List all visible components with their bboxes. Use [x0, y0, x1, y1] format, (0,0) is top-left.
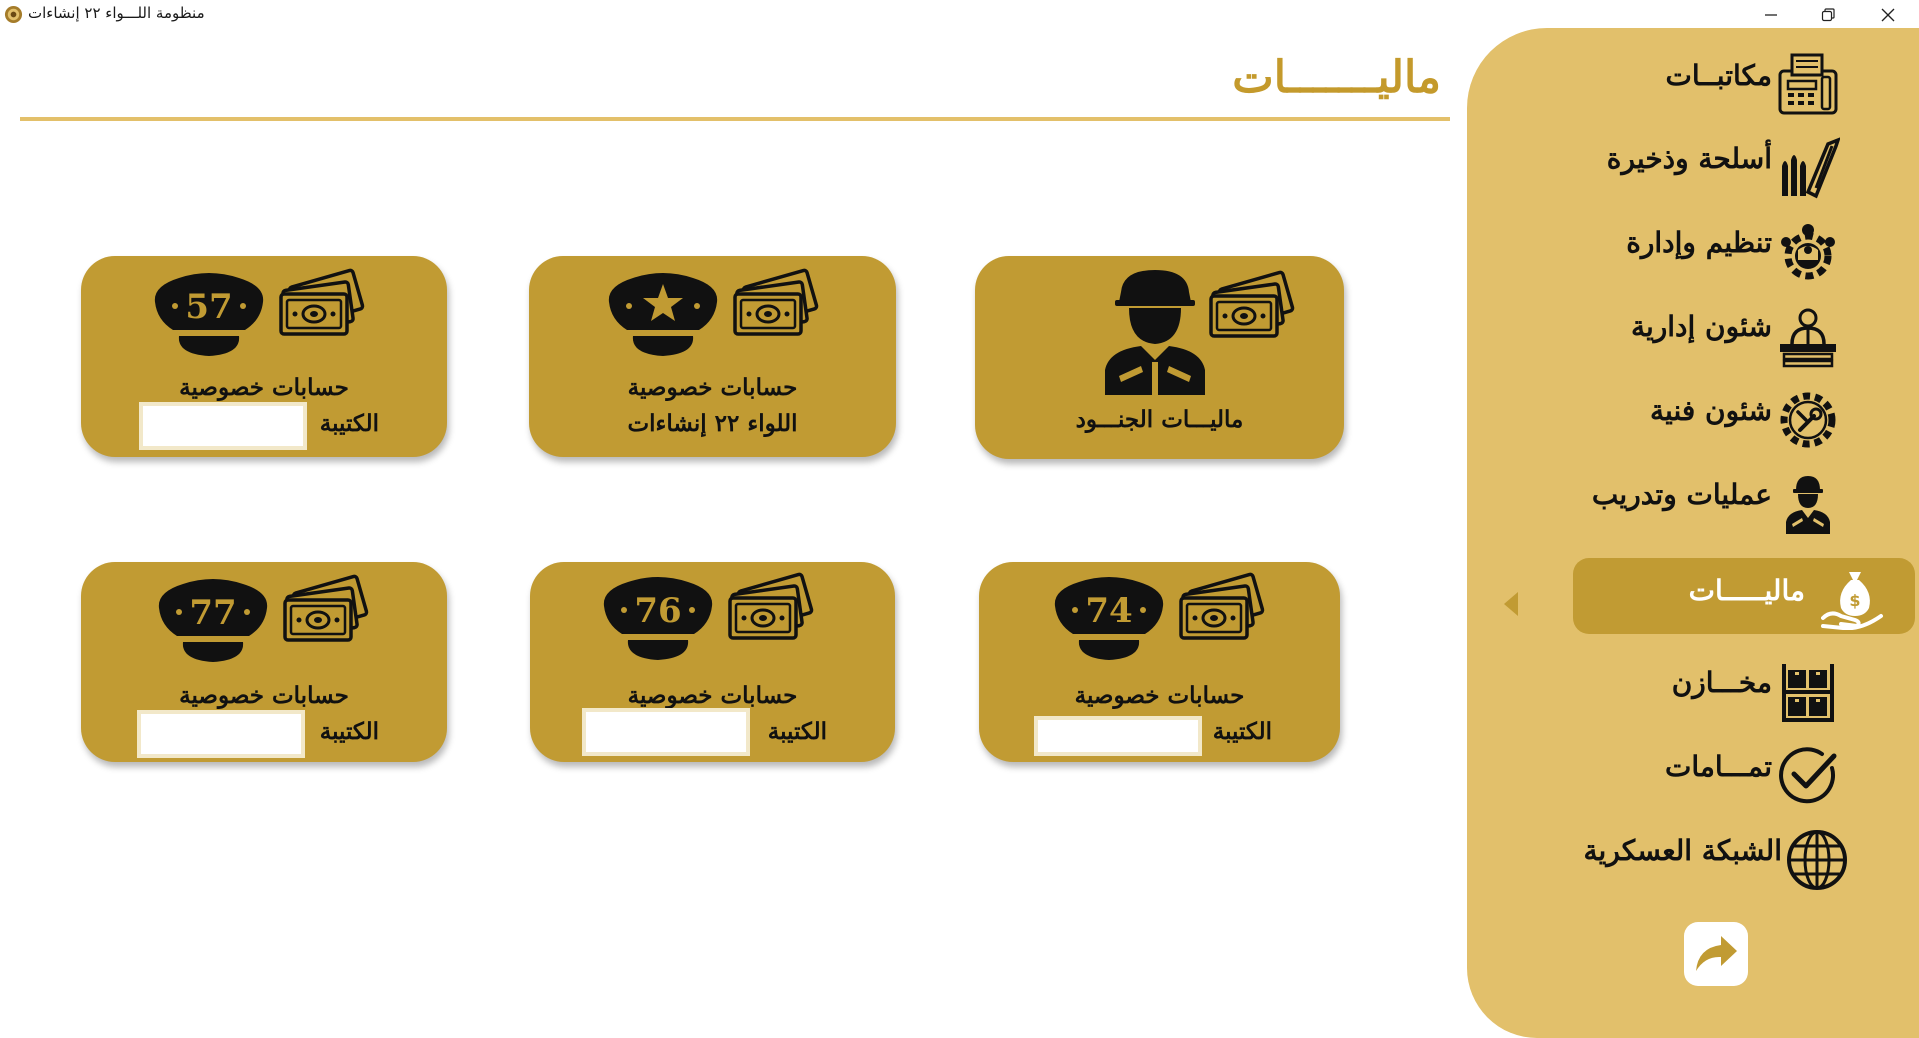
card-label: ماليـــات الجنـــود — [1075, 406, 1244, 433]
minimize-icon — [1765, 13, 1777, 16]
card-label-line2: الكتيبة — [767, 718, 827, 745]
card-label-line1: حسابات خصوصية — [179, 682, 349, 709]
card-battalion-76[interactable]: 76 حسابات خصوصية الكتيبة — [530, 562, 895, 762]
card-label-line1: حسابات خصوصية — [627, 374, 798, 401]
page-title: ماليـــــــات — [1232, 52, 1441, 103]
card-label-line2: الكتيبة — [319, 410, 379, 437]
share-button[interactable] — [1684, 922, 1748, 986]
active-item-pointer — [1504, 592, 1518, 616]
sidebar-item-label: عمليات وتدريب — [1591, 478, 1772, 511]
sidebar-item-label: تمـــامات — [1664, 750, 1772, 783]
sidebar-item-label: شئون إدارية — [1630, 310, 1772, 343]
team-gear-icon — [1781, 224, 1835, 280]
officer-cap-57-money-icon: 57 — [154, 268, 365, 356]
card-soldiers-finance[interactable]: ماليـــات الجنـــود — [975, 256, 1344, 459]
sidebar-item-operations[interactable]: عمليات وتدريب — [1485, 466, 1919, 542]
card-label-line2: الكتيبة — [1212, 718, 1272, 745]
checkmark-circle-icon — [1779, 747, 1837, 804]
battalion-name-box — [1034, 716, 1202, 756]
svg-text:$: $ — [1849, 591, 1860, 610]
sidebar-item-technical[interactable]: شئون فنية — [1485, 382, 1919, 458]
restore-button[interactable] — [1799, 0, 1857, 29]
sidebar-item-correspondence[interactable]: مكاتبــات — [1485, 47, 1919, 123]
card-label-line2: اللواء ٢٢ إنشاءات — [627, 410, 798, 437]
card-label-line1: حسابات خصوصية — [179, 374, 349, 401]
share-arrow-icon — [1696, 936, 1737, 971]
sidebar-item-warehouses[interactable]: مخـــازن — [1485, 654, 1919, 730]
battalion-name-box — [139, 402, 307, 450]
soldier-icon — [1786, 476, 1830, 534]
officer-cap-77-money-icon: 77 — [158, 574, 369, 662]
card-battalion-77[interactable]: 77 حسابات خصوصية الكتيبة — [81, 562, 447, 762]
officer-cap-star-money-icon — [608, 268, 819, 356]
sidebar-item-reports[interactable]: تمـــامات — [1485, 738, 1919, 814]
warehouse-shelves-icon — [1782, 664, 1834, 722]
sidebar-item-label: مخـــازن — [1671, 666, 1772, 699]
title-divider — [20, 117, 1450, 121]
sidebar-item-administrative[interactable]: شئون إدارية — [1485, 298, 1919, 374]
sidebar-item-label: أسلحة وذخيرة — [1606, 142, 1772, 175]
sidebar: مكاتبــات أسلحة وذخيرة تنظيم وإدارة شئون… — [1467, 28, 1919, 1038]
sidebar-item-label: تنظيم وإدارة — [1626, 226, 1772, 259]
officer-desk-icon — [1780, 308, 1836, 368]
money-bag-hand-icon: $ — [1821, 572, 1883, 630]
gear-wrench-icon — [1780, 392, 1836, 448]
restore-icon — [1821, 7, 1835, 21]
battalion-name-box — [137, 710, 305, 758]
soldier-with-money-icon — [1105, 270, 1295, 395]
close-icon — [1881, 8, 1895, 21]
card-brigade-accounts[interactable]: حسابات خصوصية اللواء ٢٢ إنشاءات — [529, 256, 896, 457]
card-label-line2: الكتيبة — [319, 718, 379, 745]
officer-cap-74-money-icon: 74 — [1054, 572, 1265, 660]
sidebar-item-label: ماليـــــات — [1688, 574, 1805, 607]
card-battalion-74[interactable]: 74 حسابات خصوصية الكتيبة — [979, 562, 1340, 762]
app-emblem-icon — [4, 5, 23, 24]
sidebar-item-label: مكاتبــات — [1665, 59, 1772, 92]
sidebar-item-organization[interactable]: تنظيم وإدارة — [1485, 214, 1919, 290]
fax-machine-icon — [1778, 53, 1838, 115]
sidebar-item-weapons[interactable]: أسلحة وذخيرة — [1485, 130, 1919, 206]
minimize-button[interactable] — [1742, 0, 1800, 29]
card-label-line1: حسابات خصوصية — [1074, 682, 1245, 709]
battalion-name-box — [582, 708, 750, 756]
sidebar-item-label: شئون فنية — [1650, 394, 1772, 427]
cap-badge: 76 — [634, 591, 681, 631]
cap-badge: 57 — [185, 287, 232, 327]
officer-cap-76-money-icon: 76 — [603, 572, 814, 660]
sidebar-item-military-network[interactable]: الشبكة العسكرية — [1485, 822, 1919, 898]
card-battalion-57[interactable]: 57 حسابات خصوصية الكتيبة — [81, 256, 447, 457]
window-titlebar: منظومة اللـــواء ٢٢ إنشاءات — [0, 0, 1919, 29]
globe-icon — [1787, 830, 1847, 890]
sidebar-item-label: الشبكة العسكرية — [1583, 834, 1782, 867]
close-button[interactable] — [1859, 0, 1917, 29]
weapons-ammo-icon — [1782, 137, 1840, 199]
cap-badge: 77 — [189, 593, 236, 633]
cap-badge: 74 — [1085, 591, 1132, 631]
window-title: منظومة اللـــواء ٢٢ إنشاءات — [28, 4, 205, 22]
sidebar-item-finance[interactable]: ماليـــــات $ — [1573, 558, 1915, 634]
